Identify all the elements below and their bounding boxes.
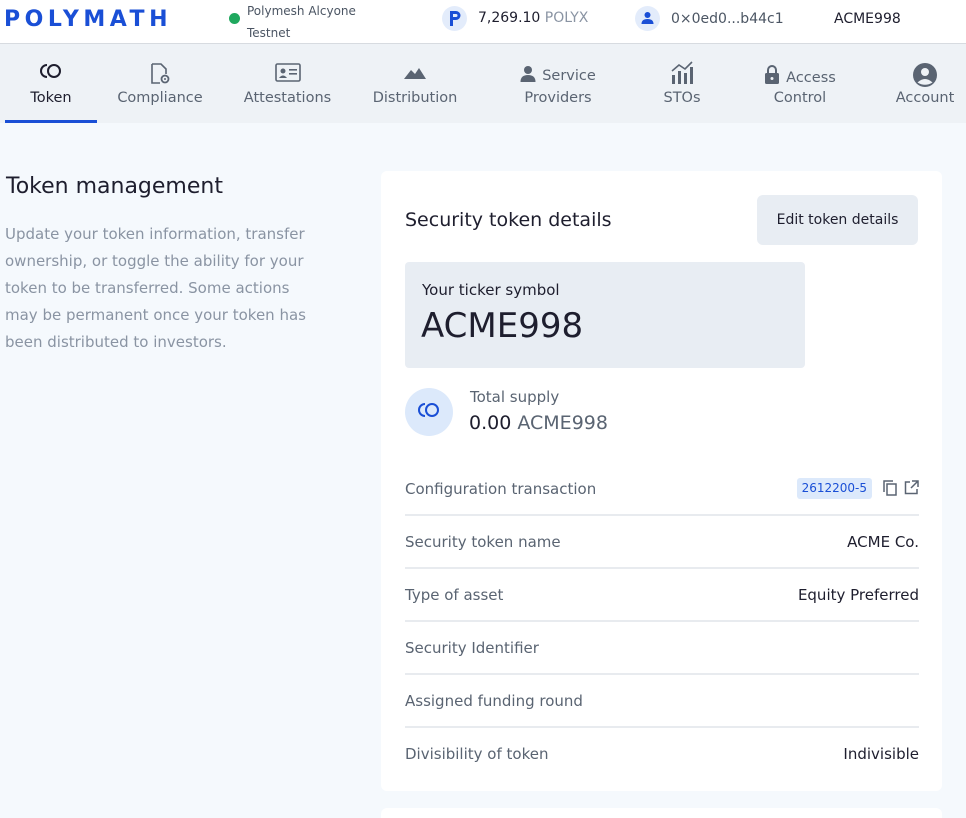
copy-icon[interactable] [883, 480, 897, 500]
page-title: Token management [6, 174, 223, 199]
tab-account[interactable]: Account [888, 44, 962, 123]
total-supply-unit: ACME998 [517, 412, 608, 434]
mountain-icon [403, 63, 427, 84]
account-avatar-icon[interactable] [635, 6, 660, 31]
polyx-icon [442, 6, 467, 31]
tab-distribution-label: Distribution [372, 90, 458, 106]
account-circle-icon [912, 62, 938, 92]
tab-compliance-label: Compliance [117, 90, 203, 106]
ticker-symbol-box: Your ticker symbol ACME998 [405, 262, 805, 368]
polymath-logo[interactable]: POLYMATH [4, 7, 172, 32]
detail-row-configuration-transaction: Configuration transaction 2612200-5 [405, 463, 919, 516]
token-tab-nav: Token Compliance Attestations Distributi… [0, 44, 966, 123]
token-selector[interactable]: ACME998 [834, 11, 901, 27]
next-card [381, 808, 942, 818]
tab-account-label: Account [895, 90, 955, 106]
tab-compliance[interactable]: Compliance [115, 44, 205, 123]
total-supply-amount: 0.00 [469, 412, 512, 434]
tab-access-control-line2: Control [773, 90, 827, 106]
detail-label: Assigned funding round [405, 692, 583, 710]
polyx-balance: 7,269.10 POLYX [478, 10, 588, 26]
detail-row-assigned-funding-round: Assigned funding round [405, 675, 919, 728]
bar-chart-icon [670, 61, 694, 89]
detail-row-divisibility: Divisibility of token Indivisible [405, 728, 919, 781]
card-title: Security token details [405, 209, 612, 231]
ticker-symbol-label: Your ticker symbol [422, 281, 560, 299]
tab-token[interactable]: Token [5, 44, 97, 123]
tab-service-providers-line1: Service [542, 68, 596, 84]
detail-label: Configuration transaction [405, 480, 597, 498]
tab-attestations-label: Attestations [243, 90, 332, 106]
total-supply-value: 0.00 ACME998 [469, 412, 608, 434]
network-name: Polymesh Alcyone [247, 4, 356, 18]
lock-icon [764, 65, 780, 89]
detail-row-security-token-name: Security token name ACME Co. [405, 516, 919, 569]
network-status-dot [229, 13, 240, 24]
account-address[interactable]: 0×0ed0...b44c1 [671, 11, 784, 27]
tab-access-control-line1: Access [786, 70, 836, 86]
top-bar: POLYMATH Polymesh Alcyone Testnet 7,269.… [0, 0, 966, 44]
detail-row-type-of-asset: Type of asset Equity Preferred [405, 569, 919, 622]
tab-stos-label: STOs [663, 90, 701, 106]
tab-attestations[interactable]: Attestations [240, 44, 335, 123]
security-token-details-card: Security token details Edit token detail… [381, 171, 942, 791]
balance-unit: POLYX [544, 10, 589, 26]
transaction-id-badge[interactable]: 2612200-5 [796, 478, 872, 499]
person-icon [520, 65, 536, 87]
network-type: Testnet [247, 26, 291, 40]
tab-stos[interactable]: STOs [642, 44, 722, 123]
tab-access-control[interactable]: Access Control [752, 44, 848, 123]
tab-distribution[interactable]: Distribution [370, 44, 460, 123]
detail-label: Divisibility of token [405, 745, 549, 763]
detail-value: ACME Co. [847, 533, 919, 551]
tab-token-label: Token [30, 90, 72, 106]
token-icon [405, 388, 453, 436]
tab-service-providers-line2: Providers [524, 90, 592, 106]
ticker-symbol-value: ACME998 [421, 306, 584, 346]
detail-value: Indivisible [843, 745, 919, 763]
id-card-icon [274, 63, 301, 86]
external-link-icon[interactable] [904, 480, 919, 499]
page-description: Update your token information, transfer … [5, 225, 306, 351]
network-label: Polymesh Alcyone Testnet [247, 0, 367, 44]
detail-value: Equity Preferred [797, 586, 919, 604]
tab-service-providers[interactable]: Service Providers [512, 44, 604, 123]
detail-row-security-identifier: Security Identifier [405, 622, 919, 675]
edit-token-details-button[interactable]: Edit token details [757, 195, 918, 245]
total-supply-label: Total supply [470, 388, 560, 406]
detail-label: Type of asset [405, 586, 504, 604]
token-icon [39, 63, 63, 83]
detail-label: Security token name [405, 533, 561, 551]
balance-value: 7,269.10 [478, 10, 541, 26]
document-gear-icon [149, 63, 171, 89]
detail-label: Security Identifier [405, 639, 539, 657]
